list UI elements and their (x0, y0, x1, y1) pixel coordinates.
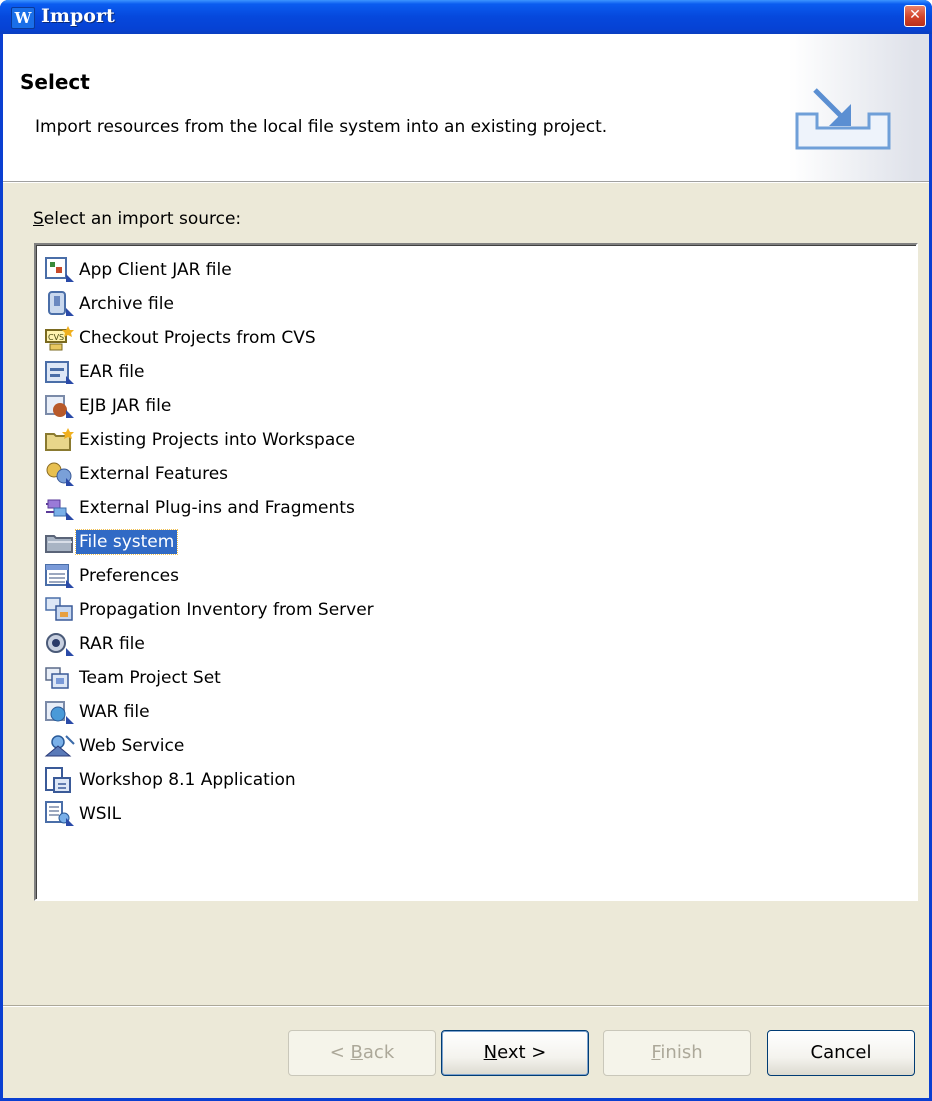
cancel-button-label: Cancel (810, 1042, 872, 1063)
svg-text:CVS: CVS (48, 333, 64, 342)
web-service-icon (44, 735, 75, 757)
ear-file-icon (45, 361, 74, 384)
wsil-icon (45, 801, 74, 826)
propagation-inventory-icon (45, 597, 73, 621)
window-title: Import (41, 5, 115, 27)
preferences-icon (45, 564, 74, 588)
list-item-external-features[interactable]: External Features (44, 459, 231, 489)
list-item-wsil[interactable]: WSIL (44, 799, 124, 829)
list-item-preferences[interactable]: Preferences (44, 561, 182, 591)
list-item-ear-file[interactable]: EAR file (44, 357, 147, 387)
list-item-propagation-inventory[interactable]: Propagation Inventory from Server (44, 595, 377, 625)
wizard-banner: Select Import resources from the local f… (3, 34, 929, 182)
team-project-set-icon (45, 667, 69, 689)
list-item-label: Web Service (79, 736, 185, 756)
footer-separator (3, 1005, 929, 1007)
external-plugins-icon (46, 499, 74, 520)
list-item-team-project-set[interactable]: Team Project Set (44, 663, 224, 693)
list-item-label: Workshop 8.1 Application (79, 770, 296, 790)
list-item-label: External Plug-ins and Fragments (79, 498, 355, 518)
list-item-label: Propagation Inventory from Server (79, 600, 374, 620)
next-button-label: ext > (497, 1042, 547, 1063)
app-icon: W (11, 7, 35, 29)
banner-separator (3, 182, 929, 183)
page-description: Import resources from the local file sys… (35, 117, 608, 137)
import-source-label-text: elect an import source: (43, 209, 242, 229)
list-item-ejb-jar[interactable]: EJB JAR file (44, 391, 174, 421)
list-item-label: WAR file (79, 702, 150, 722)
back-button-mnemonic: B (350, 1042, 363, 1063)
cvs-checkout-icon: CVS (45, 326, 74, 351)
list-item-label: External Features (79, 464, 229, 484)
war-file-icon (45, 701, 74, 724)
list-item-label: Checkout Projects from CVS (79, 328, 316, 348)
ejb-jar-icon (45, 395, 74, 418)
list-item-existing-projects[interactable]: Existing Projects into Workspace (44, 425, 358, 455)
list-item-label: Team Project Set (79, 668, 221, 688)
page-title: Select (20, 70, 90, 94)
finish-button[interactable]: Finish (603, 1030, 751, 1076)
next-button-mnemonic: N (483, 1042, 498, 1063)
mnemonic-s: S (33, 209, 44, 229)
archive-file-icon (48, 291, 74, 316)
list-item-label: File system (74, 529, 179, 555)
existing-projects-icon (45, 428, 74, 451)
external-features-icon (46, 462, 74, 486)
file-system-icon (45, 535, 73, 553)
close-button[interactable]: ✕ (904, 5, 926, 27)
list-item-workshop-application[interactable]: Workshop 8.1 Application (44, 765, 299, 795)
workshop-application-icon (45, 767, 71, 793)
list-item-label: RAR file (79, 634, 145, 654)
list-item-app-client-jar[interactable]: App Client JAR file (44, 255, 235, 285)
list-item-war-file[interactable]: WAR file (44, 697, 153, 727)
dialog-client-area: Select Import resources from the local f… (3, 34, 929, 1098)
import-source-label: Select an import source: (33, 209, 241, 229)
back-button-label: ack (362, 1042, 395, 1063)
import-wizard-icon (795, 88, 891, 150)
list-item-external-plugins[interactable]: External Plug-ins and Fragments (44, 493, 358, 523)
list-item-rar-file[interactable]: RAR file (44, 629, 148, 659)
list-item-web-service[interactable]: Web Service (44, 731, 187, 761)
import-dialog-window: W Import ✕ Select Import resources from … (0, 0, 932, 1101)
list-item-file-system[interactable]: File system (44, 527, 179, 557)
list-item-label: EJB JAR file (79, 396, 172, 416)
title-bar[interactable]: W Import ✕ (0, 0, 932, 34)
back-button-prefix: < (329, 1042, 351, 1063)
list-item-label: Archive file (79, 294, 174, 314)
list-item-label: App Client JAR file (79, 260, 232, 280)
list-item-label: EAR file (79, 362, 145, 382)
app-client-jar-icon (45, 257, 74, 282)
back-button[interactable]: < Back (288, 1030, 436, 1076)
import-source-list[interactable]: App Client JAR file Archive file CVS Che… (34, 243, 918, 901)
finish-button-label: inish (660, 1042, 703, 1063)
next-button[interactable]: Next > (441, 1030, 589, 1076)
cancel-button[interactable]: Cancel (767, 1030, 915, 1076)
rar-file-icon (46, 633, 74, 656)
list-item-label: Preferences (79, 566, 179, 586)
list-item-label: Existing Projects into Workspace (79, 430, 356, 450)
list-item-archive-file[interactable]: Archive file (44, 289, 177, 319)
list-item-checkout-cvs[interactable]: CVS Checkout Projects from CVS (44, 323, 319, 353)
list-item-label: WSIL (79, 804, 122, 824)
close-icon: ✕ (909, 7, 921, 23)
